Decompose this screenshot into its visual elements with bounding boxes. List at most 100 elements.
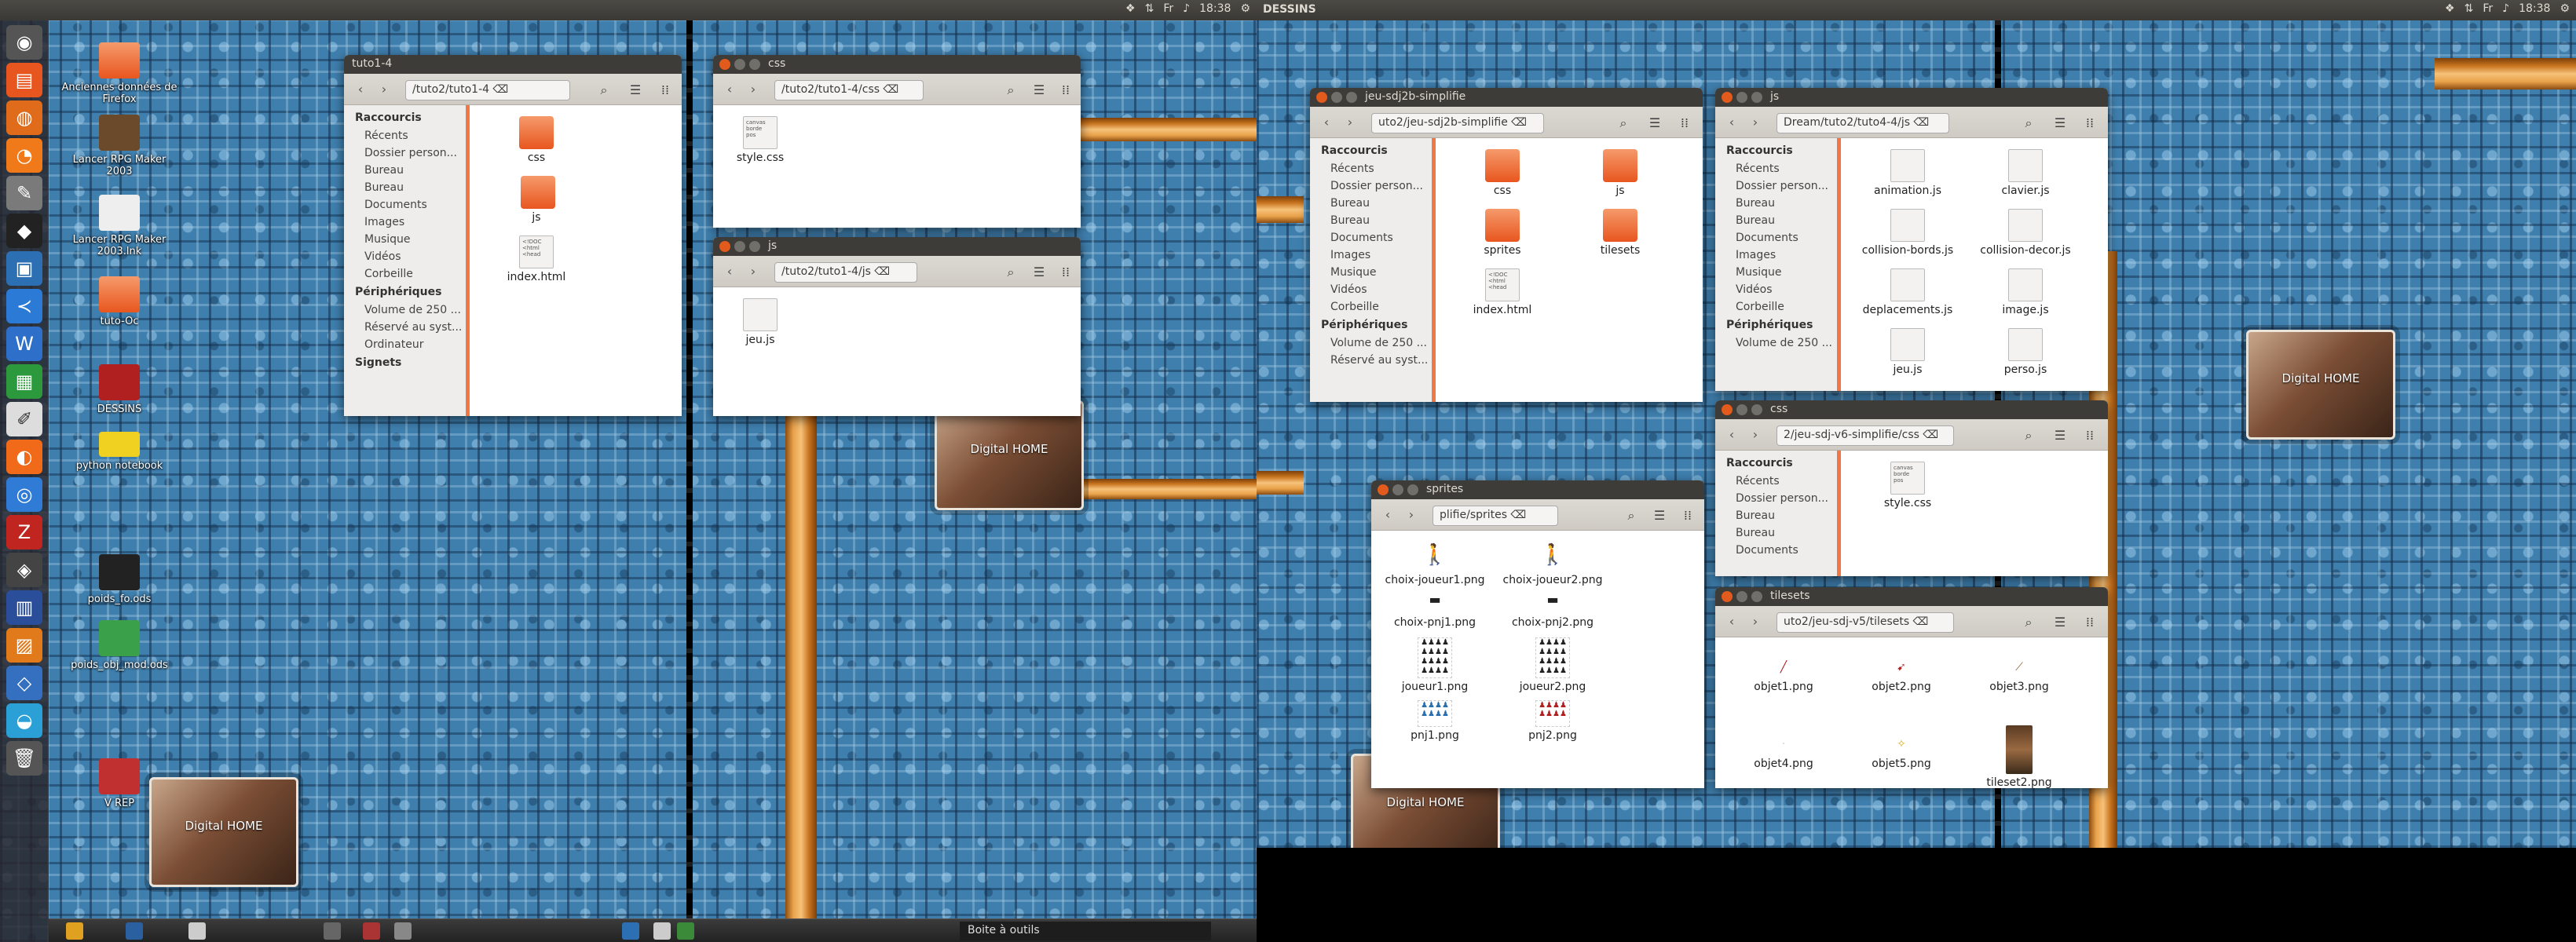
list-view-icon[interactable]: ☰ <box>2048 425 2072 446</box>
file-item[interactable]: ♟♟♟♟ ♟♟♟♟ pnj2.png <box>1494 696 1612 750</box>
grid-view-icon[interactable]: ⁞⁞ <box>2078 113 2102 133</box>
keyboard-layout-icon[interactable]: Fr <box>2483 2 2493 15</box>
path-bar[interactable]: uto2/jeu-sdj-v5/tilesets ⌫ <box>1776 612 1954 633</box>
search-icon[interactable]: ⌕ <box>2017 113 2040 133</box>
close-icon[interactable] <box>1722 92 1733 103</box>
volume-icon[interactable]: ♪ <box>2502 2 2509 15</box>
file-item[interactable]: jeu.js <box>721 294 800 353</box>
file-item[interactable]: ➹ objet2.png <box>1842 644 1960 721</box>
back-button[interactable]: ‹ <box>1722 614 1742 631</box>
grid-view-icon[interactable]: ⁞⁞ <box>1676 506 1700 526</box>
grid-view-icon[interactable]: ⁞⁞ <box>2078 425 2102 446</box>
sidebar-item[interactable]: Bureau <box>1715 195 1837 212</box>
file-item[interactable]: tileset2.png <box>1960 721 2078 788</box>
sidebar-item[interactable]: Bureau <box>1715 212 1837 229</box>
cube-icon[interactable]: ▣ <box>6 251 42 286</box>
taskbar-icon[interactable] <box>653 922 671 940</box>
minimize-icon[interactable] <box>1736 92 1747 103</box>
app-icon[interactable]: ◈ <box>6 553 42 587</box>
clock[interactable]: 18:38 <box>1199 2 1231 15</box>
file-item[interactable]: <!DOC <html <head index.html <box>478 231 595 290</box>
minimize-icon[interactable] <box>1331 92 1342 103</box>
vscode-icon[interactable]: ≺ <box>6 289 42 323</box>
file-item[interactable]: 🚶 choix-joueur2.png <box>1494 537 1612 586</box>
firefox-icon[interactable]: ◍ <box>6 100 42 135</box>
filezilla-icon[interactable]: Z <box>6 515 42 550</box>
software-center-icon[interactable]: ◐ <box>6 440 42 474</box>
window-titlebar[interactable]: js <box>713 237 1081 256</box>
inkscape-icon[interactable]: ✎ <box>6 176 42 210</box>
sidebar-item[interactable]: Documents <box>1715 542 1837 559</box>
maximize-icon[interactable] <box>1751 404 1762 415</box>
file-item[interactable]: js <box>478 171 682 231</box>
back-button[interactable]: ‹ <box>719 82 740 99</box>
back-button[interactable]: ‹ <box>1722 427 1742 444</box>
sidebar-item[interactable]: Bureau <box>1715 524 1837 542</box>
path-bar[interactable]: Dream/tuto2/tuto4-4/js ⌫ <box>1776 113 1949 133</box>
maximize-icon[interactable] <box>1751 92 1762 103</box>
sidebar-item[interactable]: Musique <box>1715 264 1837 281</box>
sidebar-item[interactable]: Documents <box>344 196 466 214</box>
desktop-icon[interactable]: tuto-Oc <box>60 276 178 327</box>
network-icon[interactable]: ⇅ <box>1145 2 1154 15</box>
forward-button[interactable]: › <box>1745 427 1766 444</box>
sidebar-item[interactable]: Corbeille <box>344 265 466 283</box>
gear-icon[interactable]: ⚙ <box>2560 2 2570 15</box>
forward-button[interactable]: › <box>374 82 394 99</box>
file-item[interactable]: ╱ objet1.png <box>1725 644 1842 721</box>
desktop-icon[interactable]: Lancer RPG Maker 2003.lnk <box>60 195 178 257</box>
taskbar-icon[interactable] <box>324 922 341 940</box>
sidebar-item[interactable]: Bureau <box>1310 195 1432 212</box>
trash-icon[interactable]: 🗑 <box>6 741 42 776</box>
sidebar-item[interactable]: Images <box>1715 246 1837 264</box>
list-view-icon[interactable]: ☰ <box>1643 113 1667 133</box>
dropbox-icon[interactable]: ❖ <box>2445 2 2455 15</box>
list-view-icon[interactable]: ☰ <box>1648 506 1671 526</box>
minimize-icon[interactable] <box>734 241 745 252</box>
file-item[interactable]: jeu.js <box>1849 323 1967 383</box>
sidebar-item[interactable]: Réservé au syst... <box>1310 352 1432 369</box>
sidebar-item[interactable]: Récents <box>1715 160 1837 177</box>
app-icon[interactable]: ▨ <box>6 628 42 663</box>
volume-icon[interactable]: ♪ <box>1183 2 1190 15</box>
taskbar-icon[interactable] <box>394 922 412 940</box>
writer-icon[interactable]: W <box>6 327 42 361</box>
grid-view-icon[interactable]: ⁞⁞ <box>1054 262 1078 283</box>
back-button[interactable]: ‹ <box>1316 115 1337 132</box>
sidebar-item[interactable]: Images <box>344 214 466 231</box>
sidebar-item[interactable]: Bureau <box>1310 212 1432 229</box>
minimize-icon[interactable] <box>1392 484 1403 495</box>
sidebar-item[interactable]: Corbeille <box>1310 298 1432 316</box>
path-bar[interactable]: 2/jeu-sdj-v6-simplifie/css ⌫ <box>1776 425 1954 446</box>
grid-view-icon[interactable]: ⁞⁞ <box>653 80 677 100</box>
sidebar-item[interactable]: Musique <box>1310 264 1432 281</box>
file-item[interactable]: 🚶 choix-joueur1.png <box>1376 537 1494 586</box>
sidebar-item[interactable]: Bureau <box>344 162 466 179</box>
window-titlebar[interactable]: sprites <box>1371 480 1704 499</box>
search-icon[interactable]: ⌕ <box>592 80 616 100</box>
close-icon[interactable] <box>1378 484 1389 495</box>
window-titlebar[interactable]: jeu-sdj2b-simplifie <box>1310 88 1703 107</box>
window-titlebar[interactable]: js <box>1715 88 2108 107</box>
desktop-icon[interactable]: python notebook <box>60 432 178 472</box>
desktop-icon[interactable]: V REP <box>60 758 178 809</box>
sidebar-item[interactable]: Volume de 250 ... <box>1310 334 1432 352</box>
search-icon[interactable]: ⌕ <box>1612 113 1635 133</box>
close-icon[interactable] <box>1722 404 1733 415</box>
app-icon[interactable]: ◒ <box>6 703 42 738</box>
search-icon[interactable]: ⌕ <box>1619 506 1643 526</box>
desktop-icon[interactable]: Anciennes données de Firefox <box>60 42 178 105</box>
forward-button[interactable]: › <box>1401 507 1422 524</box>
file-item[interactable]: ▬ choix-pnj1.png <box>1376 584 1494 633</box>
back-button[interactable]: ‹ <box>350 82 371 99</box>
file-item[interactable]: ♟♟♟♟ ♟♟♟♟ ♟♟♟♟ ♟♟♟♟ joueur1.png <box>1376 633 1494 696</box>
chromium-icon[interactable]: ◎ <box>6 477 42 512</box>
window-titlebar[interactable]: tilesets <box>1715 587 2108 606</box>
file-item[interactable]: collision-bords.js <box>1849 204 1967 264</box>
window-titlebar[interactable]: css <box>1715 400 2108 419</box>
sidebar-item[interactable]: Volume de 250 ... <box>344 301 466 319</box>
forward-button[interactable]: › <box>1745 614 1766 631</box>
sidebar-item[interactable]: Récents <box>1310 160 1432 177</box>
window-titlebar[interactable]: tuto1-4 <box>344 55 682 74</box>
forward-button[interactable]: › <box>743 264 763 281</box>
